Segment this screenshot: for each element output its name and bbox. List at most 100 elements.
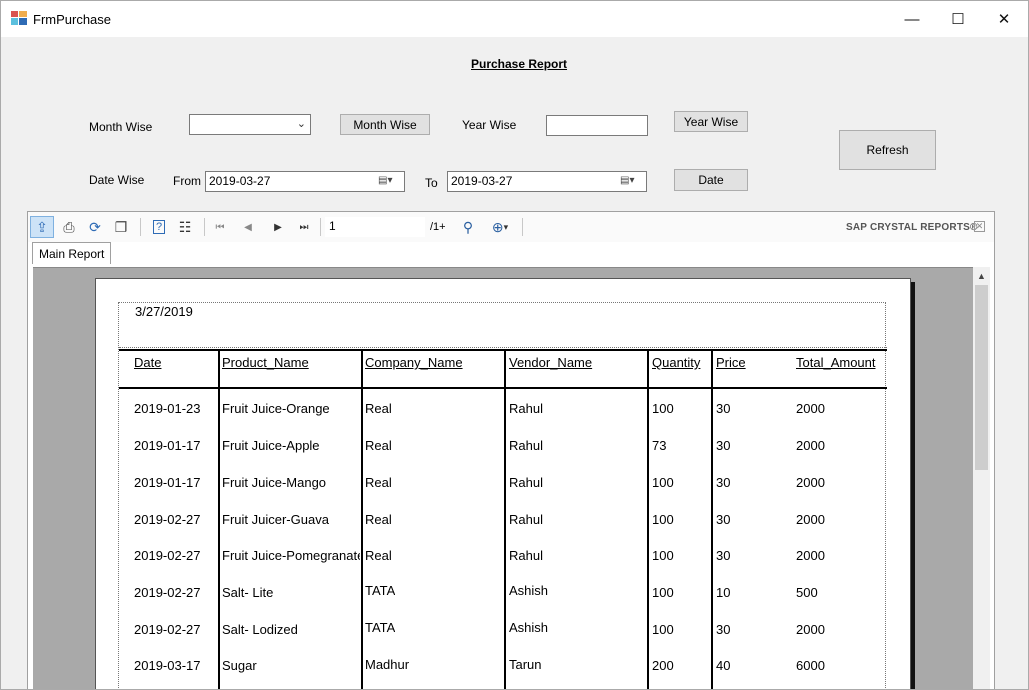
next-page-icon[interactable]: ▶ — [268, 216, 288, 238]
scroll-up-icon[interactable]: ▲ — [973, 267, 990, 284]
scrollbar-thumb[interactable] — [975, 285, 988, 470]
cell-price: 30 — [716, 548, 731, 563]
calendar-dropdown-icon: ▤▾ — [378, 175, 393, 186]
year-wise-label: Year Wise — [462, 118, 517, 132]
date-button[interactable]: Date — [674, 169, 748, 191]
cell-price: 30 — [716, 401, 731, 416]
column-header-company-name: Company_Name — [365, 355, 463, 370]
find-icon[interactable]: ⚲ — [458, 216, 478, 238]
cell-vendor-name: Rahul — [509, 438, 543, 453]
cell-total-amount: 2000 — [796, 401, 825, 416]
report-canvas: 3/27/2019 Date Product_Name Company_Name… — [33, 267, 973, 689]
refresh-icon[interactable]: ⟳ — [84, 216, 106, 238]
cell-total-amount: 2000 — [796, 475, 825, 490]
cell-price: 30 — [716, 622, 731, 637]
cell-date: 2019-03-17 — [134, 658, 201, 673]
month-wise-button[interactable]: Month Wise — [340, 114, 430, 135]
title-bar: FrmPurchase — ☐ ✕ — [1, 1, 1028, 37]
close-icon: ✕ — [997, 11, 1011, 28]
minimize-button[interactable]: — — [889, 1, 935, 37]
year-wise-input[interactable] — [546, 115, 648, 136]
column-header-date: Date — [134, 355, 162, 370]
report-title: Purchase Report — [471, 57, 568, 71]
cell-date: 2019-01-17 — [134, 475, 201, 490]
last-page-icon[interactable]: ⏭ — [294, 216, 314, 238]
cell-vendor-name: Ashish — [509, 583, 549, 598]
to-label: To — [425, 176, 438, 190]
cell-date: 2019-02-27 — [134, 622, 201, 637]
cell-company-name: Real — [365, 512, 392, 527]
cell-quantity: 73 — [652, 438, 667, 453]
cell-date: 2019-02-27 — [134, 548, 201, 563]
cell-vendor-name: Tarun — [509, 657, 542, 672]
cell-total-amount: 2000 — [796, 622, 825, 637]
window-title: FrmPurchase — [33, 12, 112, 27]
cell-company-name: Real — [365, 401, 392, 416]
column-header-product-name: Product_Name — [222, 355, 309, 370]
close-button[interactable]: ✕ — [981, 1, 1027, 37]
group-tree-icon[interactable]: ☷ — [174, 216, 196, 238]
cell-quantity: 100 — [652, 548, 674, 563]
cell-total-amount: 2000 — [796, 438, 825, 453]
cell-date: 2019-01-17 — [134, 438, 201, 453]
zoom-icon[interactable]: ⊕ ▾ — [484, 216, 516, 238]
from-date-picker[interactable]: 2019-03-27 ▤▾ — [205, 171, 405, 192]
help-icon[interactable]: ? — [148, 216, 170, 238]
cell-quantity: 100 — [652, 622, 674, 637]
frm-purchase-window: FrmPurchase — ☐ ✕ Purchase Report Month … — [0, 0, 1029, 690]
cell-price: 30 — [716, 475, 731, 490]
print-icon[interactable]: ⎙ — [58, 216, 80, 238]
report-frame: 3/27/2019 Date Product_Name Company_Name… — [118, 302, 887, 689]
vertical-scrollbar[interactable]: ▲ — [973, 267, 990, 689]
tab-main-report[interactable]: Main Report — [32, 242, 112, 264]
report-page: 3/27/2019 Date Product_Name Company_Name… — [95, 278, 911, 689]
sap-crystal-reports-brand: SAP CRYSTAL REPORTS® — [846, 222, 978, 233]
cell-product-name: Salt- Lodized — [222, 622, 298, 637]
calendar-dropdown-icon: ▤▾ — [620, 175, 635, 186]
close-viewer-icon[interactable]: ✕ — [974, 221, 985, 232]
cell-price: 40 — [716, 658, 731, 673]
cell-price: 10 — [716, 585, 731, 600]
maximize-button[interactable]: ☐ — [935, 1, 981, 37]
maximize-icon: ☐ — [951, 11, 965, 28]
column-header-vendor-name: Vendor_Name — [509, 355, 593, 370]
app-icon — [11, 11, 27, 25]
to-date-picker[interactable]: 2019-03-27 ▤▾ — [447, 171, 647, 192]
cell-total-amount: 2000 — [796, 548, 825, 563]
date-wise-label: Date Wise — [89, 173, 145, 187]
cell-vendor-name: Ashish — [509, 620, 549, 635]
to-date-value: 2019-03-27 — [451, 174, 513, 188]
from-date-value: 2019-03-27 — [209, 174, 271, 188]
cell-vendor-name: Rahul — [509, 475, 543, 490]
cell-product-name: Sugar — [222, 658, 257, 673]
year-wise-button[interactable]: Year Wise — [674, 111, 748, 132]
cell-quantity: 100 — [652, 585, 674, 600]
cell-vendor-name: Rahul — [509, 512, 543, 527]
cell-total-amount: 6000 — [796, 658, 825, 673]
month-wise-combo[interactable]: ⌄ — [189, 114, 311, 135]
cell-vendor-name: Rahul — [509, 548, 543, 563]
first-page-icon[interactable]: ⏮ — [210, 216, 230, 238]
export-icon[interactable]: ⇪ — [30, 216, 54, 238]
minimize-icon: — — [904, 10, 920, 28]
cell-total-amount: 500 — [796, 585, 818, 600]
viewer-toolbar: ⇪ ⎙ ⟳ ❐ ? ☷ ⏮ ◀ ▶ ⏭ 1 /1+ ⚲ ⊕ ▾ SAP CRYST… — [28, 212, 994, 242]
month-wise-label: Month Wise — [89, 120, 153, 134]
page-number-input[interactable]: 1 — [325, 217, 425, 237]
cell-product-name: Fruit Juice-Apple — [222, 438, 320, 453]
cell-quantity: 100 — [652, 475, 674, 490]
cell-quantity: 200 — [652, 658, 674, 673]
column-header-price: Price — [716, 355, 746, 370]
cell-price: 30 — [716, 438, 731, 453]
previous-page-icon[interactable]: ◀ — [238, 216, 258, 238]
cell-quantity: 100 — [652, 401, 674, 416]
cell-product-name: Salt- Lite — [222, 585, 274, 600]
cell-date: 2019-02-27 — [134, 512, 201, 527]
cell-company-name: Real — [365, 548, 392, 563]
cell-company-name: Real — [365, 438, 392, 453]
cell-vendor-name: Rahul — [509, 401, 543, 416]
copy-icon[interactable]: ❐ — [110, 216, 132, 238]
print-date: 3/27/2019 — [135, 304, 193, 319]
refresh-button[interactable]: Refresh — [839, 130, 936, 170]
cell-product-name: Fruit Juice-Orange — [222, 401, 330, 416]
